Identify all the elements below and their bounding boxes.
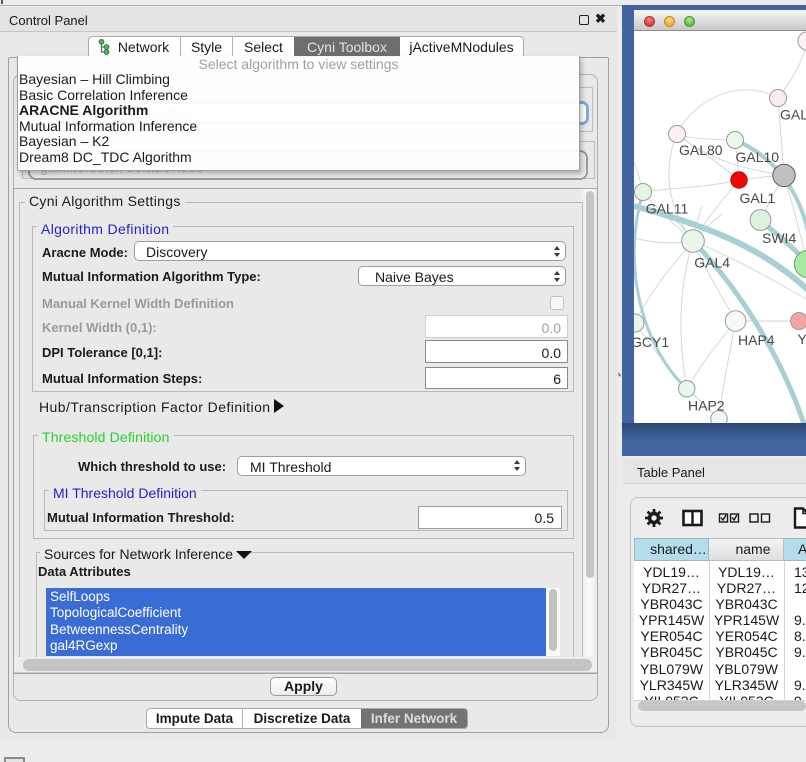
svg-text:GAL80: GAL80	[679, 142, 723, 158]
svg-text:GAL11: GAL11	[646, 201, 689, 217]
svg-text:GCY1: GCY1	[634, 334, 669, 350]
svg-text:HAP2: HAP2	[688, 398, 725, 414]
svg-text:YJ: YJ	[798, 331, 806, 347]
svg-text:GAL2: GAL2	[780, 107, 806, 123]
svg-text:GAL4: GAL4	[694, 255, 730, 271]
svg-text:SWI4: SWI4	[762, 230, 796, 246]
svg-text:HAP4: HAP4	[738, 332, 775, 348]
svg-text:GAL10: GAL10	[736, 149, 780, 165]
svg-text:GAL1: GAL1	[740, 190, 776, 206]
